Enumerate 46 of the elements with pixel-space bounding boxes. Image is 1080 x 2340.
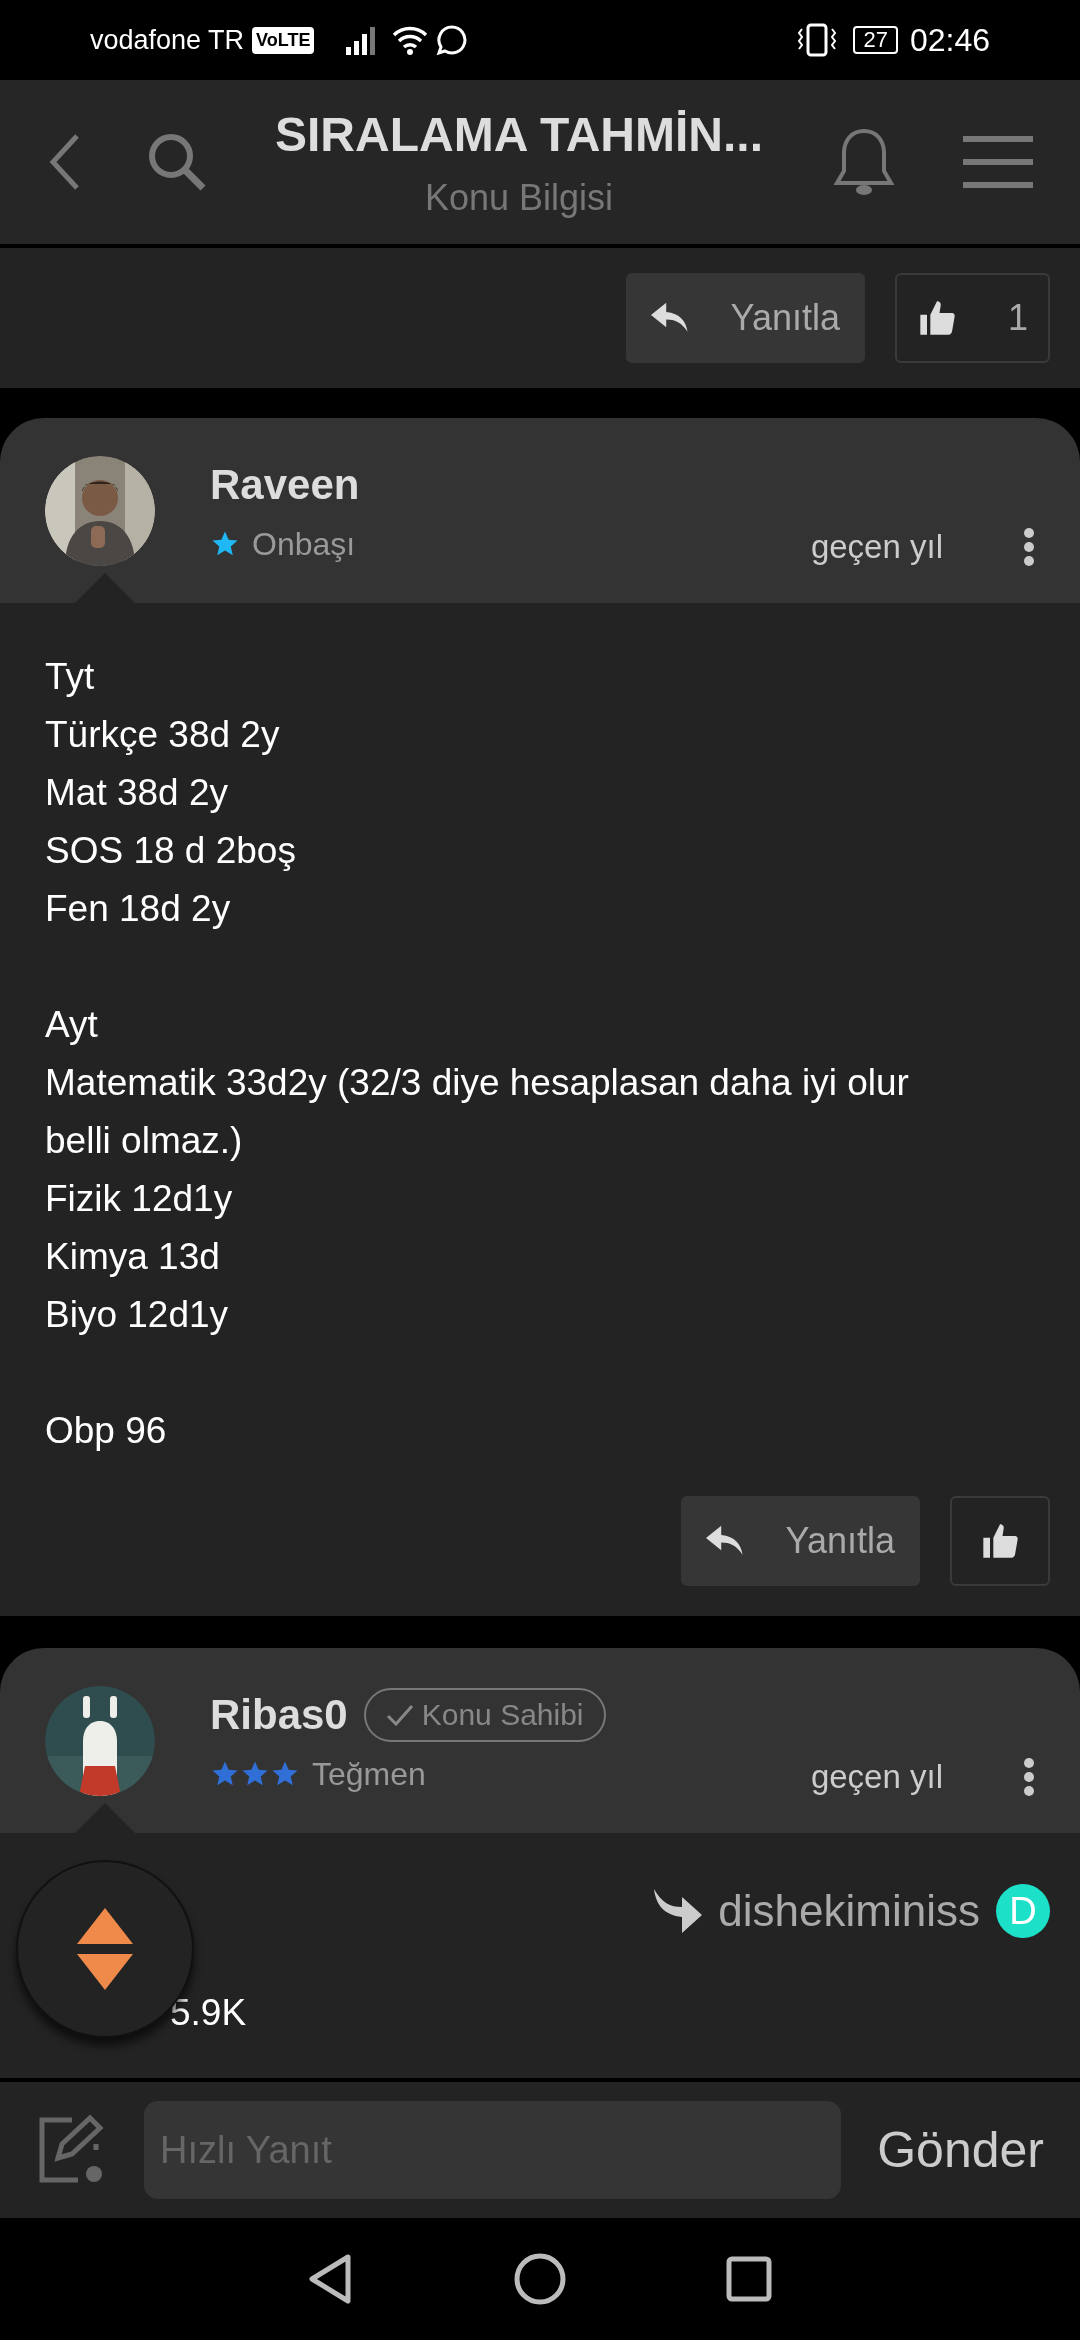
post-text-line: Biyo 12d1y [45,1293,230,1337]
reply-button[interactable]: Yanıtla [681,1496,920,1586]
badge-label: Konu Sahibi [421,1697,584,1733]
check-icon [385,1702,414,1727]
post-text-line: 5.9K [170,1991,248,2035]
username[interactable]: Ribas0 [210,1683,348,1746]
thumbs-up-icon [917,298,957,338]
vibrate-icon [797,23,838,57]
post-time: geçen yıl [810,526,943,567]
post-text-line: Türkçe 38d 2y [45,713,281,757]
topic-subtitle: Konu Bilgisi [424,176,614,220]
menu-icon[interactable] [961,135,1035,189]
nav-recents-icon[interactable] [726,2256,772,2302]
nav-back-icon[interactable] [308,2253,354,2305]
like-button[interactable]: 1 [895,273,1050,363]
post-text-line: Ayt [45,1003,99,1047]
post-text-line: Fen 18d 2y [45,887,232,931]
topic-title: SIRALAMA TAHMİN... [275,107,763,163]
wifi-icon [392,25,429,55]
post-text-line: Matematik 33d2y (32/3 diye hesaplasan daha iyi olur belli olmaz.) [45,1061,910,1163]
user-initial-avatar: D [996,1884,1050,1938]
send-button[interactable]: Gönder [877,2112,1044,2188]
post-text-line: Tyt [45,655,96,699]
post-text-line: Mat 38d 2y [45,771,230,815]
post-text-line: Kimya 13d [45,1235,221,1279]
post-text-line: Obp 96 [45,1409,168,1453]
nav-home-icon[interactable] [514,2253,566,2305]
rank-label: Teğmen [312,1755,426,1794]
quote-arrow-icon [654,1889,703,1933]
post-time: geçen yıl [810,1756,943,1797]
like-button[interactable] [950,1496,1050,1586]
post-text-line: SOS 18 d 2boş [45,829,297,873]
reply-button[interactable]: Yanıtla [626,273,865,363]
chat-bubble-icon [436,24,469,56]
thumbs-up-icon [980,1521,1020,1561]
up-down-arrows-icon [75,1906,135,1992]
carrier-name: vodafone TR [90,23,245,57]
post-text-line: Fizik 12d1y [45,1177,234,1221]
network-badge: VoLTE [252,26,315,54]
more-options-icon[interactable] [1023,527,1035,567]
username[interactable]: Raveen [210,453,360,516]
rank-label: Onbaşı [252,525,356,564]
quoted-username[interactable]: dishekiminiss [718,1878,980,1944]
clock-time: 02:46 [909,21,990,60]
battery-indicator: 27 [853,26,898,54]
more-options-icon[interactable] [1023,1757,1035,1797]
